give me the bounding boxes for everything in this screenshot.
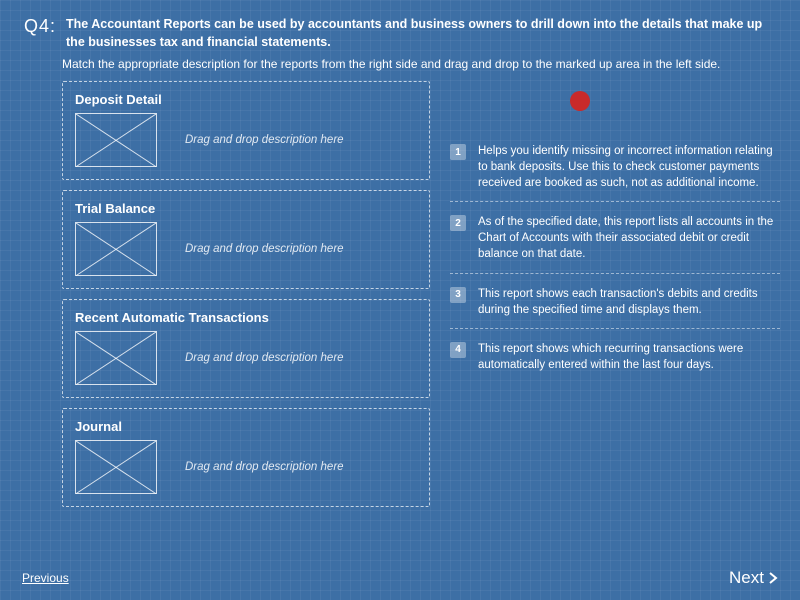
description-item-1[interactable]: 1 Helps you identify missing or incorrec… — [450, 137, 780, 202]
description-item-4[interactable]: 4 This report shows which recurring tran… — [450, 335, 780, 383]
description-text: This report shows each transaction's deb… — [478, 286, 780, 318]
chevron-right-icon — [768, 571, 778, 585]
dropzone-recent-automatic-transactions[interactable]: Recent Automatic Transactions Drag and d… — [62, 299, 430, 398]
dropzone-trial-balance[interactable]: Trial Balance Drag and drop description … — [62, 190, 430, 289]
description-number: 4 — [450, 342, 466, 358]
dropzone-hint: Drag and drop description here — [185, 243, 344, 255]
description-number: 1 — [450, 144, 466, 160]
placeholder-image-icon — [75, 440, 157, 494]
next-label: Next — [729, 568, 764, 588]
description-text: This report shows which recurring transa… — [478, 341, 780, 373]
next-button[interactable]: Next — [729, 568, 778, 588]
dropzone-hint: Drag and drop description here — [185, 134, 344, 146]
dropzone-hint: Drag and drop description here — [185, 461, 344, 473]
dropzone-title: Journal — [75, 419, 417, 434]
dropzone-hint: Drag and drop description here — [185, 352, 344, 364]
placeholder-image-icon — [75, 222, 157, 276]
description-item-2[interactable]: 2 As of the specified date, this report … — [450, 208, 780, 273]
dropzone-deposit-detail[interactable]: Deposit Detail Drag and drop description… — [62, 81, 430, 180]
placeholder-image-icon — [75, 331, 157, 385]
description-number: 3 — [450, 287, 466, 303]
placeholder-image-icon — [75, 113, 157, 167]
question-number: Q4: — [24, 16, 56, 51]
previous-button[interactable]: Previous — [22, 571, 69, 585]
dropzone-title: Trial Balance — [75, 201, 417, 216]
dropzone-title: Deposit Detail — [75, 92, 417, 107]
red-dot-icon — [570, 91, 590, 111]
descriptions-column: 1 Helps you identify missing or incorrec… — [430, 81, 780, 517]
dropzone-title: Recent Automatic Transactions — [75, 310, 417, 325]
dropzone-column: Deposit Detail Drag and drop description… — [20, 81, 430, 517]
question-instruction: Match the appropriate description for th… — [0, 57, 800, 81]
description-item-3[interactable]: 3 This report shows each transaction's d… — [450, 280, 780, 329]
description-number: 2 — [450, 215, 466, 231]
question-title: The Accountant Reports can be used by ac… — [66, 16, 776, 51]
dropzone-journal[interactable]: Journal Drag and drop description here — [62, 408, 430, 507]
description-text: As of the specified date, this report li… — [478, 214, 780, 262]
description-text: Helps you identify missing or incorrect … — [478, 143, 780, 191]
